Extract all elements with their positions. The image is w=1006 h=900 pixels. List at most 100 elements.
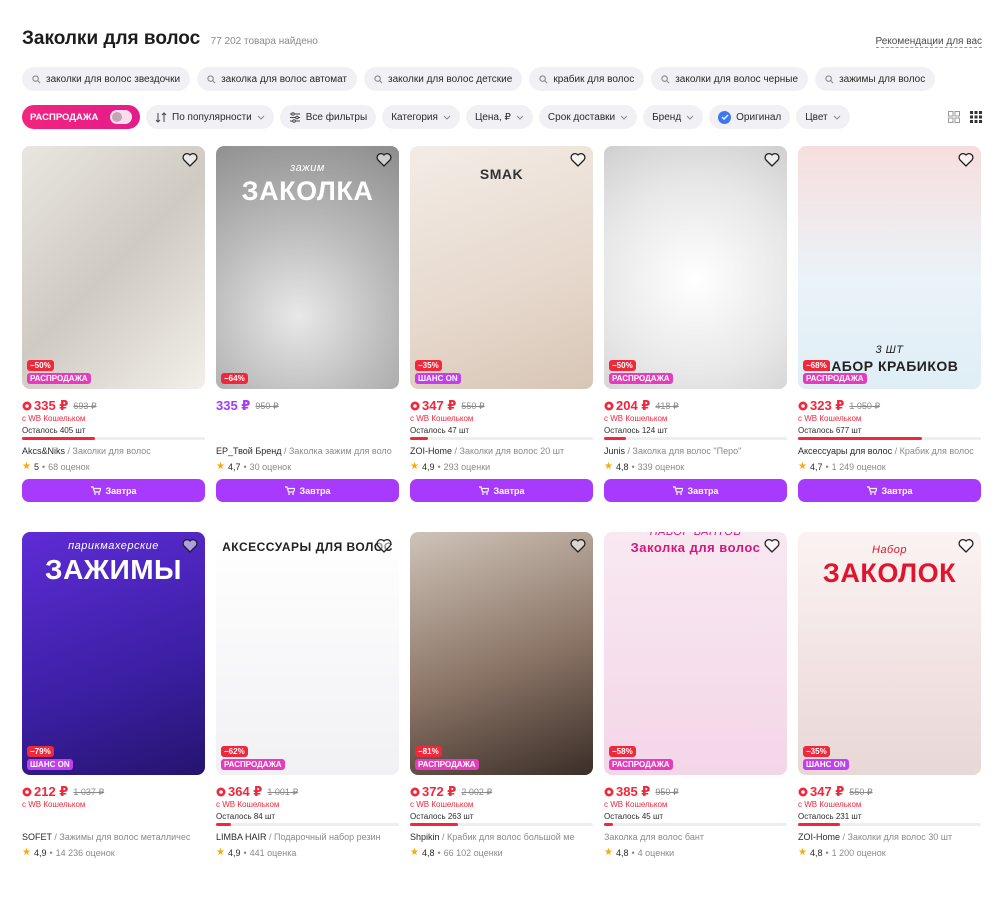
product-card[interactable]: НАБОР БАНТОВ Заколка для волос −58% РАСПРОД… bbox=[604, 532, 787, 858]
suggestion-chip[interactable]: крабик для волос bbox=[529, 67, 645, 91]
product-name[interactable]: Аксессуары для волос / Крабик для волос bbox=[798, 446, 981, 457]
product-image[interactable]: −50% РАСПРОДАЖА bbox=[604, 146, 787, 389]
heart-icon[interactable] bbox=[376, 538, 392, 553]
heart-icon[interactable] bbox=[570, 538, 586, 553]
heart-icon[interactable] bbox=[182, 538, 198, 553]
chevron-down-icon bbox=[833, 115, 841, 120]
chip-label: заколки для волос звездочки bbox=[46, 73, 181, 85]
add-to-cart-button[interactable]: Завтра bbox=[410, 479, 593, 502]
star-icon: ★ bbox=[604, 461, 613, 472]
add-to-cart-button[interactable]: Завтра bbox=[216, 479, 399, 502]
stock-bar-fill bbox=[410, 823, 458, 826]
price-dropdown[interactable]: Цена, ₽ bbox=[465, 105, 533, 129]
discount-badge: −64% bbox=[221, 373, 248, 384]
suggestion-chip[interactable]: заколка для волос автомат bbox=[197, 67, 358, 91]
suggestion-chip[interactable]: зажимы для волос bbox=[815, 67, 936, 91]
product-name[interactable]: Shpikin / Крабик для волос большой ме bbox=[410, 832, 593, 843]
wallet-icon bbox=[798, 401, 808, 411]
price-value: 323 ₽ bbox=[810, 398, 845, 413]
original-filter[interactable]: Оригинал bbox=[709, 105, 791, 129]
brand-name: ZOI-Home bbox=[798, 832, 841, 842]
product-name[interactable]: ZOI-Home / Заколки для волос 30 шт bbox=[798, 832, 981, 843]
color-dropdown[interactable]: Цвет bbox=[796, 105, 850, 129]
product-card[interactable]: 3 ШТ НАБОР КРАБИКОВ −68% РАСПРОДАЖА 323 ₽1 0… bbox=[798, 146, 981, 502]
heart-icon[interactable] bbox=[570, 152, 586, 167]
product-image[interactable]: АКСЕССУАРЫ ДЛЯ ВОЛОС −62% РАСПРОДАЖА bbox=[216, 532, 399, 775]
reviews-count: 4 оценки bbox=[637, 847, 675, 858]
suggestion-chip[interactable]: заколки для волос черные bbox=[651, 67, 809, 91]
product-name[interactable]: ZOI-Home / Заколки для волос 20 шт bbox=[410, 446, 593, 457]
sale-toggle[interactable]: РАСПРОДАЖА bbox=[22, 105, 140, 129]
rating-value: 5 bbox=[33, 461, 39, 472]
price: 372 ₽ bbox=[410, 784, 456, 800]
product-image[interactable]: −50% РАСПРОДАЖА bbox=[22, 146, 205, 389]
chance-badge: ШАНС ON bbox=[27, 759, 73, 770]
product-card[interactable]: −50% РАСПРОДАЖА 335 ₽ 693 ₽ с WB Кошельком Ос… bbox=[22, 146, 205, 502]
suggestion-chip[interactable]: заколки для волос детские bbox=[364, 67, 523, 91]
sale-toggle-label: РАСПРОДАЖА bbox=[30, 111, 99, 123]
product-card[interactable]: зажим ЗАКОЛКА −64% 335 ₽ 950 ₽ EP_Твой Бренд … bbox=[216, 146, 399, 502]
product-name[interactable]: Akcs&Niks / Заколки для волос bbox=[22, 446, 205, 457]
stock-left-empty bbox=[216, 426, 399, 436]
brand-name: Shpikin bbox=[410, 832, 440, 842]
heart-icon[interactable] bbox=[764, 152, 780, 167]
product-image[interactable]: НАБОР БАНТОВ Заколка для волос −58% РАСПРОД… bbox=[604, 532, 787, 775]
delivery-dropdown[interactable]: Срок доставки bbox=[538, 105, 638, 129]
brand-dropdown[interactable]: Бренд bbox=[643, 105, 704, 129]
checkmark-icon bbox=[718, 110, 732, 124]
add-to-cart-button[interactable]: Завтра bbox=[798, 479, 981, 502]
category-dropdown[interactable]: Категория bbox=[382, 105, 460, 129]
wallet-icon bbox=[410, 787, 420, 797]
product-card[interactable]: SMAK −35% ШАНС ON 347 ₽ 550 ₽ с WB Кошельком О… bbox=[410, 146, 593, 502]
product-image[interactable]: Набор ЗАКОЛОК −35% ШАНС ON bbox=[798, 532, 981, 775]
wallet-note: с WB Кошельком bbox=[216, 800, 280, 809]
product-name[interactable]: Junis / Заколка для волос "Перо" bbox=[604, 446, 787, 457]
toggle-switch[interactable] bbox=[110, 110, 132, 124]
heart-icon[interactable] bbox=[764, 538, 780, 553]
product-image[interactable]: −81% РАСПРОДАЖА bbox=[410, 532, 593, 775]
image-title: SMAK bbox=[479, 166, 524, 182]
sort-dropdown[interactable]: По популярности bbox=[146, 105, 274, 129]
wallet-icon bbox=[22, 401, 32, 411]
product-name[interactable]: Заколка для волос бант bbox=[604, 832, 787, 843]
product-card[interactable]: АКСЕССУАРЫ ДЛЯ ВОЛОС −62% РАСПРОДАЖА 364 ₽ 1… bbox=[216, 532, 399, 858]
product-name[interactable]: EP_Твой Бренд / Заколка зажим для воло bbox=[216, 446, 399, 457]
price-value: 335 ₽ bbox=[216, 398, 251, 413]
product-card[interactable]: Набор ЗАКОЛОК −35% ШАНС ON 347 ₽ 550 ₽ с WB Ко… bbox=[798, 532, 981, 858]
rating-value: 4,8 bbox=[809, 847, 823, 858]
product-name[interactable]: LIMBA HAIR / Подарочный набор резин bbox=[216, 832, 399, 843]
product-card[interactable]: −50% РАСПРОДАЖА 204 ₽ 418 ₽ с WB Кошельком Ос… bbox=[604, 146, 787, 502]
stock-bar bbox=[410, 437, 593, 440]
suggestion-chip[interactable]: заколки для волос звездочки bbox=[22, 67, 191, 91]
all-filters-button[interactable]: Все фильтры bbox=[279, 105, 377, 129]
grid-large-icon[interactable] bbox=[948, 111, 960, 123]
product-image[interactable]: 3 ШТ НАБОР КРАБИКОВ −68% РАСПРОДАЖА bbox=[798, 146, 981, 389]
product-image[interactable]: зажим ЗАКОЛКА −64% bbox=[216, 146, 399, 389]
search-icon bbox=[374, 74, 383, 83]
product-image[interactable]: парикмахерские ЗАЖИМЫ −79% ШАНС ON bbox=[22, 532, 205, 775]
product-image[interactable]: SMAK −35% ШАНС ON bbox=[410, 146, 593, 389]
product-name[interactable]: SOFET / Зажимы для волос металличес bbox=[22, 832, 205, 843]
heart-icon[interactable] bbox=[182, 152, 198, 167]
brand-name: SOFET bbox=[22, 832, 52, 842]
page-header: Заколки для волос 77 202 товара найдено … bbox=[22, 28, 982, 52]
stock-bar-fill bbox=[604, 823, 614, 826]
add-to-cart-button[interactable]: Завтра bbox=[22, 479, 205, 502]
add-to-cart-button[interactable]: Завтра bbox=[604, 479, 787, 502]
heart-icon[interactable] bbox=[958, 152, 974, 167]
star-icon: ★ bbox=[798, 461, 807, 472]
cart-icon bbox=[90, 486, 101, 495]
product-card[interactable]: −81% РАСПРОДАЖА 372 ₽ 2 002 ₽ с WB Кошельком… bbox=[410, 532, 593, 858]
heart-icon[interactable] bbox=[376, 152, 392, 167]
wallet-icon bbox=[604, 401, 614, 411]
stock-bar-empty bbox=[22, 823, 205, 826]
old-price: 2 002 ₽ bbox=[461, 786, 493, 797]
product-card[interactable]: парикмахерские ЗАЖИМЫ −79% ШАНС ON 212 ₽ 1 03… bbox=[22, 532, 205, 858]
grid-small-icon[interactable] bbox=[970, 111, 982, 123]
recommendations-link[interactable]: Рекомендации для вас bbox=[875, 36, 982, 48]
price-value: 347 ₽ bbox=[422, 398, 457, 413]
search-icon bbox=[661, 74, 670, 83]
reviews-count: 66 102 оценки bbox=[443, 847, 503, 858]
cart-icon bbox=[478, 486, 489, 495]
heart-icon[interactable] bbox=[958, 538, 974, 553]
